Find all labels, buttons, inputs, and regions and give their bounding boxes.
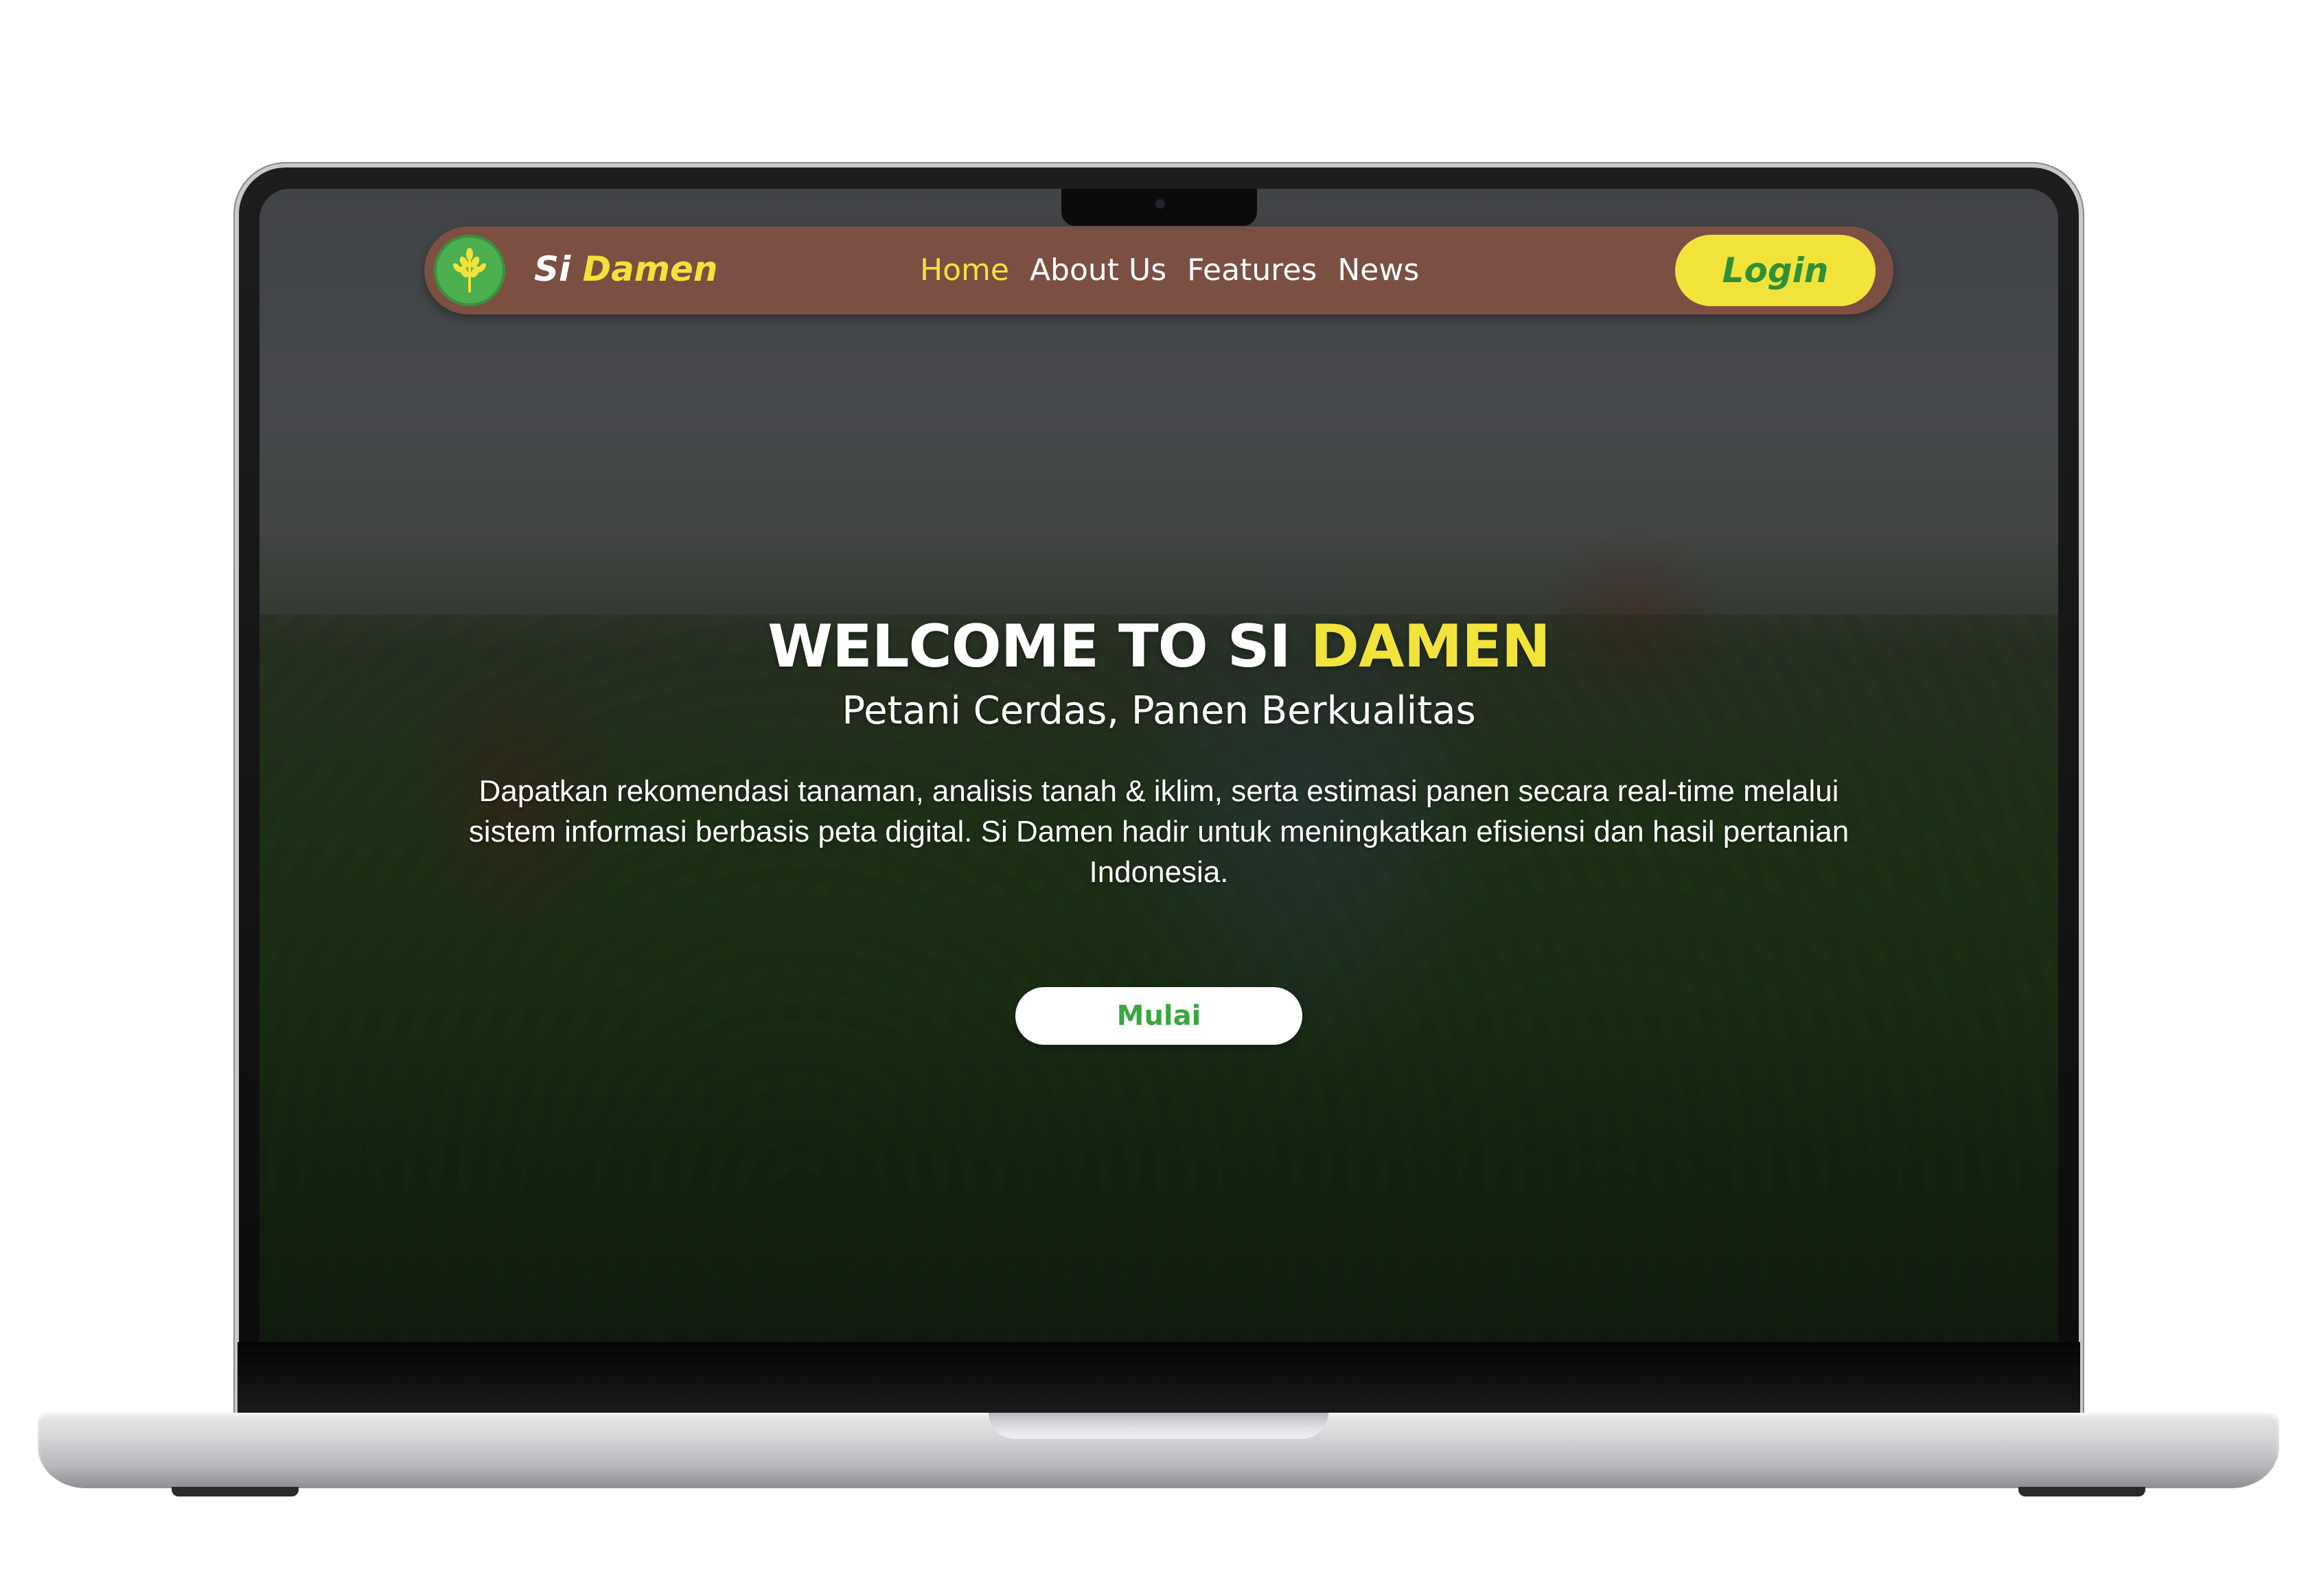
laptop-foot-right [2018,1487,2145,1496]
hero-title-part2: DAMEN [1310,612,1551,681]
nav-links: Home About Us Features News [920,251,1419,290]
browser-viewport: Si Damen Home About Us Features News Log… [260,189,2058,1342]
laptop-foot-left [172,1487,299,1496]
laptop-chin [238,1342,2080,1414]
hero-subtitle: Petani Cerdas, Panen Berkualitas [842,689,1476,733]
hero-title: WELCOME TO SI DAMEN [260,609,2058,684]
login-button[interactable]: Login [1675,235,1876,306]
nav-features[interactable]: Features [1187,251,1317,290]
nav-home[interactable]: Home [920,251,1009,290]
nav-about-us[interactable]: About Us [1030,251,1166,290]
nav-news[interactable]: News [1337,251,1419,290]
navbar: Si Damen Home About Us Features News Log… [424,227,1893,314]
device-mockup: Si Damen Home About Us Features News Log… [0,0,2317,1596]
wheat-icon [453,248,486,292]
brand-name[interactable]: Si Damen [534,248,717,290]
hero-overlay [260,189,2058,1342]
laptop-base-notch [989,1413,1328,1439]
start-button[interactable]: Mulai [1015,987,1302,1045]
hero-title-part1: WELCOME TO SI [768,612,1291,681]
brand-name-second: Damen [582,249,718,289]
hero-description: Dapatkan rekomendasi tanaman, analisis t… [468,774,1849,889]
logo[interactable] [434,235,505,306]
camera-icon [1155,199,1165,209]
brand-name-first: Si [534,249,571,289]
